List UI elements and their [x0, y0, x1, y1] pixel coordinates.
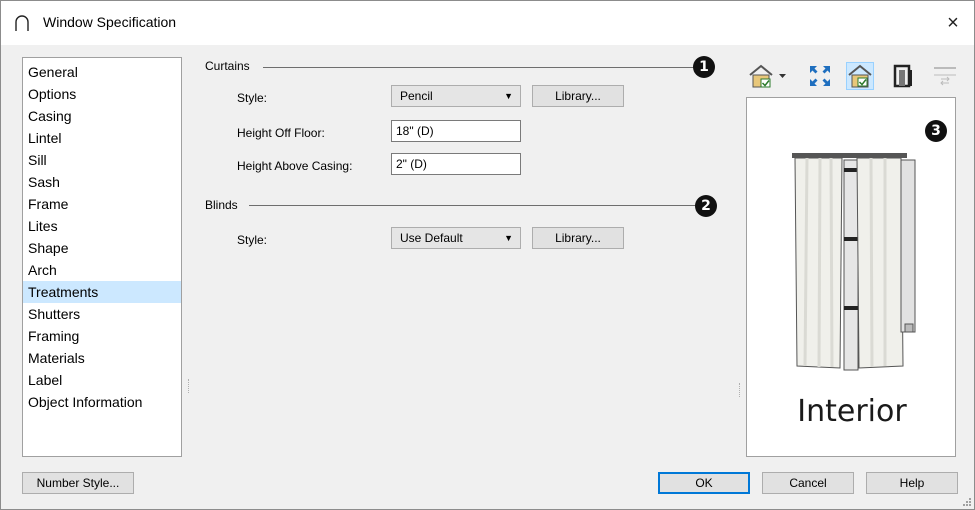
height-above-casing-label: Height Above Casing: [237, 159, 353, 173]
curtain-style-value: Pencil [400, 89, 433, 103]
category-item-options[interactable]: Options [23, 83, 181, 105]
height-off-floor-label: Height Off Floor: [237, 126, 325, 140]
swap-icon [934, 67, 956, 86]
plan-view-toggle-icon [848, 64, 872, 88]
curtain-style-select[interactable]: Pencil ▼ [391, 85, 521, 107]
splitter-grip[interactable] [188, 379, 191, 393]
camera-view-dropdown-icon [749, 64, 786, 88]
doorframe-button[interactable] [889, 62, 917, 90]
category-item-shutters[interactable]: Shutters [23, 303, 181, 325]
category-item-label[interactable]: Label [23, 369, 181, 391]
chevron-down-icon: ▼ [504, 91, 513, 101]
fit-view-button[interactable] [806, 62, 834, 90]
category-item-framing[interactable]: Framing [23, 325, 181, 347]
callout-2: 2 [695, 195, 717, 217]
category-item-shape[interactable]: Shape [23, 237, 181, 259]
dialog-title: Window Specification [43, 14, 177, 30]
blinds-divider [249, 205, 698, 206]
doorframe-icon [893, 64, 912, 88]
chevron-down-icon: ▼ [504, 233, 513, 243]
splitter-grip[interactable] [739, 383, 742, 397]
height-off-floor-field[interactable]: 18" (D) [391, 120, 521, 142]
height-above-casing-field[interactable]: 2" (D) [391, 153, 521, 175]
window-specification-dialog: Window Specification × General Options Cas… [0, 0, 975, 510]
category-item-sash[interactable]: Sash [23, 171, 181, 193]
blind-style-label: Style: [237, 233, 268, 247]
category-item-treatments[interactable]: Treatments [23, 281, 181, 303]
category-item-general[interactable]: General [23, 61, 181, 83]
blinds-section-label: Blinds [205, 198, 238, 212]
preview-panel: 3 Interior [746, 97, 956, 457]
title-bar: Window Specification × [1, 1, 974, 45]
curtain-style-label: Style: [237, 91, 268, 105]
blind-library-button[interactable]: Library... [532, 227, 624, 249]
ok-button[interactable]: OK [658, 472, 750, 494]
curtains-section-label: Curtains [205, 59, 250, 73]
category-item-lintel[interactable]: Lintel [23, 127, 181, 149]
close-button[interactable]: × [940, 10, 966, 36]
blind-style-value: Use Default [400, 231, 463, 245]
preview-label: Interior [797, 394, 907, 429]
callout-3: 3 [925, 120, 947, 142]
category-item-materials[interactable]: Materials [23, 347, 181, 369]
cancel-button[interactable]: Cancel [762, 472, 854, 494]
window-arch-icon [15, 15, 29, 31]
help-button[interactable]: Help [866, 472, 958, 494]
curtain-preview-image [792, 153, 916, 371]
number-style-button[interactable]: Number Style... [22, 472, 134, 494]
category-item-casing[interactable]: Casing [23, 105, 181, 127]
blind-style-select[interactable]: Use Default ▼ [391, 227, 521, 249]
resize-grip-icon[interactable] [962, 497, 972, 507]
category-item-sill[interactable]: Sill [23, 149, 181, 171]
plan-view-toggle[interactable] [846, 62, 874, 90]
callout-1: 1 [693, 56, 715, 78]
curtains-divider [263, 67, 700, 68]
category-item-object-information[interactable]: Object Information [23, 391, 181, 413]
category-list[interactable]: General Options Casing Lintel Sill Sash Frame L… [22, 57, 182, 457]
curtain-library-button[interactable]: Library... [532, 85, 624, 107]
category-item-arch[interactable]: Arch [23, 259, 181, 281]
camera-view-dropdown[interactable] [746, 62, 792, 90]
fit-view-icon [810, 66, 830, 86]
category-item-frame[interactable]: Frame [23, 193, 181, 215]
swap-button[interactable] [931, 62, 959, 90]
category-item-lites[interactable]: Lites [23, 215, 181, 237]
